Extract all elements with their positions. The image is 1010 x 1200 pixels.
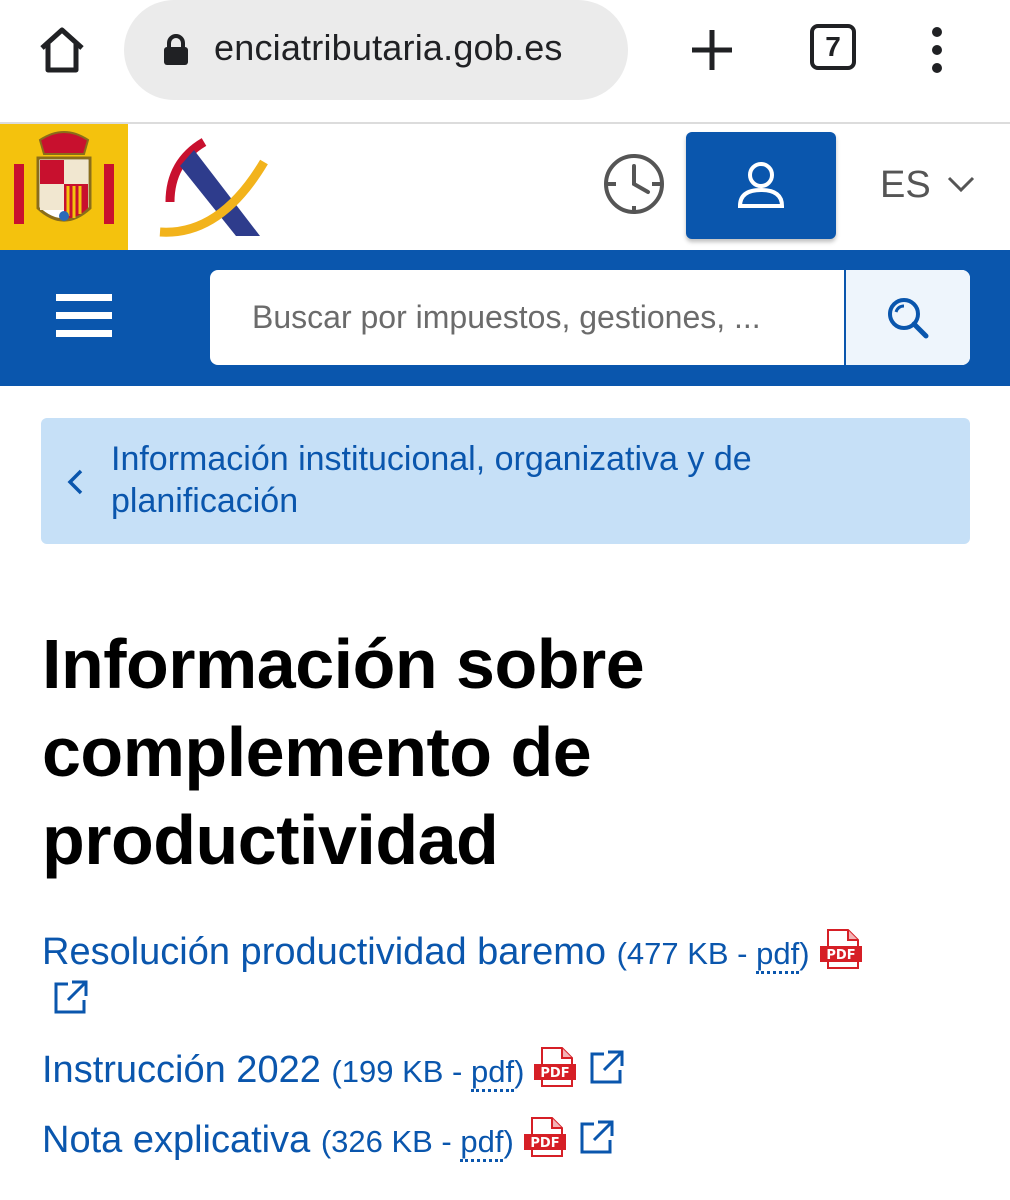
pdf-abbreviation: pdf	[756, 936, 800, 974]
pdf-icon: PDF	[523, 1117, 566, 1157]
document-link[interactable]: Nota explicativa (326 KB - pdf) PDF	[42, 1116, 616, 1162]
search-button[interactable]	[844, 270, 970, 365]
user-login-button[interactable]	[686, 132, 836, 239]
document-title[interactable]: Resolución productividad baremo	[42, 931, 606, 973]
lock-icon	[164, 34, 188, 65]
document-title[interactable]: Nota explicativa	[42, 1119, 310, 1161]
search-icon	[888, 298, 929, 339]
chevron-down-icon[interactable]	[946, 174, 976, 194]
document-size: (477 KB - pdf)	[617, 936, 810, 974]
document-link[interactable]: Instrucción 2022 (199 KB - pdf) PDF	[42, 1046, 626, 1092]
document-size: (199 KB - pdf)	[331, 1054, 524, 1092]
spain-coat-of-arms-icon	[14, 131, 114, 224]
svg-text:PDF: PDF	[530, 1136, 559, 1151]
search-box	[210, 270, 970, 365]
tab-switcher-button[interactable]: 7	[810, 24, 856, 70]
pdf-abbreviation: pdf	[460, 1124, 504, 1162]
more-options-icon[interactable]	[926, 26, 948, 74]
document-link[interactable]: Resolución productividad baremo (477 KB …	[42, 928, 862, 974]
user-icon	[737, 162, 785, 208]
navigation-bar	[0, 250, 1010, 386]
home-icon[interactable]	[34, 22, 90, 78]
site-header: ES	[0, 124, 1010, 250]
menu-icon[interactable]	[56, 292, 112, 340]
address-bar[interactable]: enciatributaria.gob.es	[124, 0, 628, 100]
agencia-tributaria-logo[interactable]	[150, 132, 270, 242]
chevron-left-icon	[67, 469, 83, 495]
language-selector[interactable]: ES	[880, 164, 931, 207]
external-link-icon[interactable]	[52, 978, 90, 1016]
external-link-icon[interactable]	[578, 1118, 616, 1156]
browser-toolbar: enciatributaria.gob.es 7	[0, 0, 1010, 124]
url-text: enciatributaria.gob.es	[214, 27, 563, 68]
page-title: Información sobre complemento de product…	[42, 625, 645, 879]
pdf-icon: PDF	[819, 929, 862, 969]
svg-text:PDF: PDF	[826, 948, 855, 963]
history-clock-icon[interactable]	[602, 152, 666, 216]
external-link-icon[interactable]	[588, 1048, 626, 1086]
coat-of-arms-logo[interactable]	[0, 124, 128, 250]
document-size: (326 KB - pdf)	[321, 1124, 514, 1162]
breadcrumb-link[interactable]: Información institucional, organizativa …	[111, 438, 931, 522]
breadcrumb[interactable]: Información institucional, organizativa …	[41, 418, 970, 544]
new-tab-icon[interactable]	[688, 26, 736, 74]
pdf-icon: PDF	[534, 1047, 577, 1087]
pdf-abbreviation: pdf	[470, 1054, 515, 1092]
svg-text:PDF: PDF	[541, 1066, 570, 1081]
document-title[interactable]: Instrucción 2022	[42, 1049, 321, 1091]
search-input[interactable]	[210, 270, 844, 365]
